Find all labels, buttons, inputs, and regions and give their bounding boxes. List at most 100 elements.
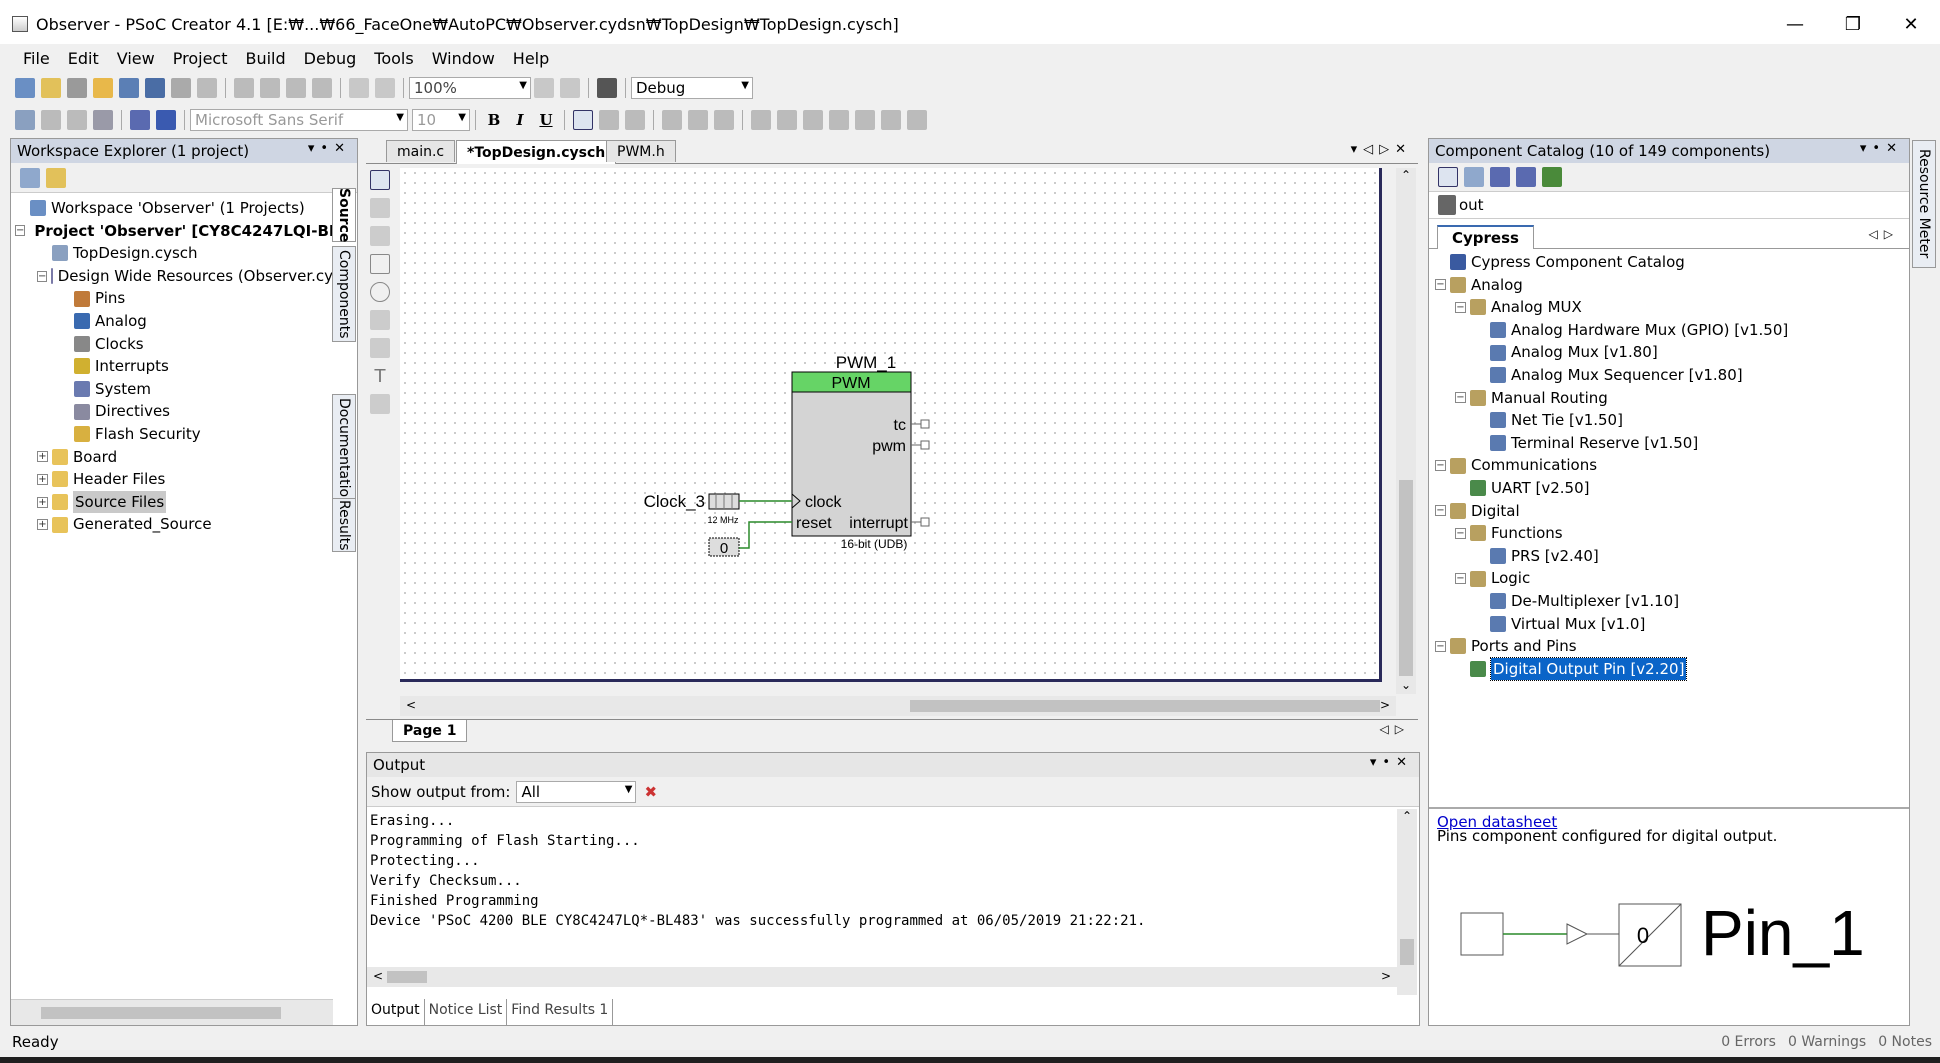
catalog-panel-controls[interactable]: ▾•✕ xyxy=(1860,141,1903,156)
copy-icon[interactable] xyxy=(260,78,280,98)
italic-button[interactable]: I xyxy=(509,109,531,131)
catalog-import-icon[interactable] xyxy=(1490,167,1510,187)
expander-icon[interactable]: − xyxy=(1435,279,1446,291)
print-preview-icon[interactable] xyxy=(197,78,217,98)
tree-item[interactable]: − Project 'Observer' [CY8C4247LQI-BL4 xyxy=(15,220,333,243)
generate-icon[interactable] xyxy=(93,110,113,130)
page-nav-icon[interactable]: ◁▷ xyxy=(1380,722,1410,736)
tree-item[interactable]: + Board xyxy=(15,446,333,469)
tree-item[interactable]: − Functions xyxy=(1435,522,1909,545)
close-button[interactable]: ✕ xyxy=(1882,0,1940,48)
bring-front-icon[interactable] xyxy=(803,110,823,130)
fill-color-icon[interactable] xyxy=(714,110,734,130)
side-tab-source[interactable]: Source xyxy=(332,188,356,242)
align-objects-icon[interactable] xyxy=(829,110,849,130)
align-center-icon[interactable] xyxy=(599,110,619,130)
tree-item[interactable]: Analog Mux [v1.80] xyxy=(1435,341,1909,364)
zoom-out-icon[interactable] xyxy=(560,78,580,98)
expander-icon[interactable]: − xyxy=(37,270,48,282)
line-tool-icon[interactable] xyxy=(370,310,390,330)
menu-build[interactable]: Build xyxy=(236,49,294,68)
tree-item[interactable]: + Generated_Source xyxy=(15,513,333,536)
tree-item[interactable]: Interrupts xyxy=(15,355,333,378)
tree-item[interactable]: Digital Output Pin [v2.20] xyxy=(1435,656,1909,682)
catalog-search-input[interactable] xyxy=(1459,196,1739,214)
tree-item[interactable]: − Analog xyxy=(1435,274,1909,297)
catalog-refresh-icon[interactable] xyxy=(1542,167,1562,187)
wire-tool-icon[interactable] xyxy=(370,198,390,218)
tree-item[interactable]: − Analog MUX xyxy=(1435,296,1909,319)
save-all-icon[interactable] xyxy=(145,78,165,98)
doc-tab-0[interactable]: main.c xyxy=(386,140,456,162)
clean-icon[interactable] xyxy=(41,110,61,130)
page-tab[interactable]: Page 1 xyxy=(392,720,468,742)
output-panel-controls[interactable]: ▾•✕ xyxy=(1370,755,1413,770)
expander-icon[interactable]: − xyxy=(1435,640,1446,652)
underline-button[interactable]: U xyxy=(535,109,557,131)
tree-item[interactable]: Virtual Mux [v1.0] xyxy=(1435,613,1909,636)
catalog-tab-nav-icon[interactable]: ◁▷ xyxy=(1869,227,1899,241)
tree-item[interactable]: − Manual Routing xyxy=(1435,387,1909,410)
catalog-favorites-icon[interactable] xyxy=(1464,167,1484,187)
new-item-icon[interactable] xyxy=(41,78,61,98)
group-icon[interactable] xyxy=(881,110,901,130)
line-color-icon[interactable] xyxy=(688,110,708,130)
delete-icon[interactable] xyxy=(312,78,332,98)
font-size-combo[interactable]: 10 ▼ xyxy=(412,109,470,131)
tree-item[interactable]: + Header Files xyxy=(15,468,333,491)
expander-icon[interactable]: − xyxy=(1455,392,1466,404)
ungroup-icon[interactable] xyxy=(907,110,927,130)
bold-button[interactable]: B xyxy=(483,109,505,131)
doc-tab-2[interactable]: PWM.h xyxy=(606,140,676,162)
text-color-icon[interactable] xyxy=(662,110,682,130)
tree-item[interactable]: System xyxy=(15,378,333,401)
output-vertical-scrollbar[interactable]: ⌃ xyxy=(1397,809,1417,995)
program-icon[interactable] xyxy=(130,110,150,130)
expander-icon[interactable]: − xyxy=(1455,301,1466,313)
tree-item[interactable]: Pins xyxy=(15,287,333,310)
tree-item[interactable]: − Ports and Pins xyxy=(1435,635,1909,658)
align-left-icon[interactable] xyxy=(573,110,593,130)
canvas-horizontal-scrollbar[interactable]: < > xyxy=(400,696,1396,716)
clock-component[interactable] xyxy=(708,493,740,510)
zoom-in-icon[interactable] xyxy=(534,78,554,98)
catalog-tab-cypress[interactable]: Cypress xyxy=(1437,225,1534,249)
menu-tools[interactable]: Tools xyxy=(365,49,422,68)
side-tab-results[interactable]: Results xyxy=(332,498,356,552)
menu-project[interactable]: Project xyxy=(164,49,237,68)
tree-item[interactable]: Flash Security xyxy=(15,423,333,446)
menu-view[interactable]: View xyxy=(108,49,164,68)
debug-icon[interactable] xyxy=(156,110,176,130)
zoom-combo[interactable]: 100% ▼ xyxy=(409,77,531,99)
arc-tool-icon[interactable] xyxy=(370,338,390,358)
show-output-combo[interactable]: All ▼ xyxy=(516,780,637,803)
menu-edit[interactable]: Edit xyxy=(59,49,108,68)
restore-button[interactable]: ❐ xyxy=(1824,0,1882,48)
print-icon[interactable] xyxy=(171,78,191,98)
align-right-icon[interactable] xyxy=(625,110,645,130)
tree-item[interactable]: Terminal Reserve [v1.50] xyxy=(1435,432,1909,455)
schematic-icon[interactable] xyxy=(15,110,35,130)
expander-icon[interactable]: + xyxy=(37,496,48,508)
side-tab-documentation[interactable]: Documentation xyxy=(332,394,356,510)
workspace-horizontal-scrollbar[interactable] xyxy=(11,999,333,1025)
rotate-icon[interactable] xyxy=(751,110,771,130)
tree-item[interactable]: − Communications xyxy=(1435,454,1909,477)
cut-icon[interactable] xyxy=(234,78,254,98)
paste-icon[interactable] xyxy=(286,78,306,98)
catalog-export-icon[interactable] xyxy=(1516,167,1536,187)
build-config-combo[interactable]: Debug ▼ xyxy=(631,77,753,99)
expander-icon[interactable]: + xyxy=(37,473,48,485)
add-item-icon[interactable] xyxy=(67,78,87,98)
tree-item[interactable]: − Digital xyxy=(1435,500,1909,523)
menu-help[interactable]: Help xyxy=(504,49,558,68)
catalog-view-icon[interactable] xyxy=(1438,167,1458,187)
tree-item[interactable]: Analog Mux Sequencer [v1.80] xyxy=(1435,364,1909,387)
output-tab-2[interactable]: Find Results 1 xyxy=(507,999,614,1025)
tree-item[interactable]: − Logic xyxy=(1435,567,1909,590)
tree-item[interactable]: Clocks xyxy=(15,333,333,356)
expander-icon[interactable]: − xyxy=(1455,527,1466,539)
clear-output-icon[interactable]: ✖ xyxy=(644,783,657,801)
flip-icon[interactable] xyxy=(777,110,797,130)
output-tab-1[interactable]: Notice List xyxy=(425,999,508,1025)
